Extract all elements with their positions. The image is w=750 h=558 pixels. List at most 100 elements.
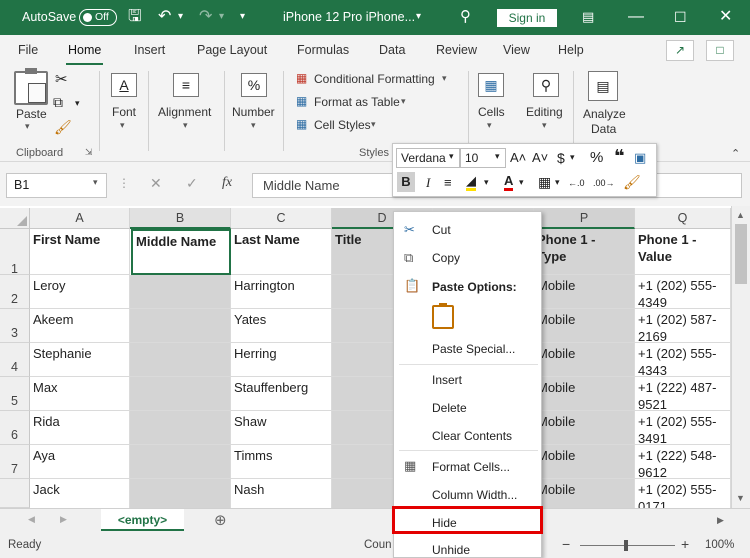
tab-data[interactable]: Data — [379, 43, 405, 57]
minimize-icon[interactable]: — — [628, 7, 644, 27]
row-header-6[interactable]: 6 — [0, 411, 30, 445]
cell-phone-type[interactable]: Mobile — [534, 377, 635, 411]
font-icon[interactable]: A — [111, 73, 137, 97]
row-header-5[interactable]: 5 — [0, 377, 30, 411]
sheet-tab-empty[interactable]: <empty> — [101, 509, 184, 531]
align-center-icon[interactable]: ≡ — [444, 174, 452, 192]
undo-icon[interactable]: ↶ — [158, 7, 171, 27]
scroll-up-icon[interactable]: ▲ — [736, 210, 745, 220]
cell-first-name[interactable]: Stephanie — [30, 343, 130, 377]
font-color-icon[interactable]: A — [504, 174, 514, 191]
bold-button[interactable]: B — [397, 172, 415, 192]
alignment-icon[interactable]: ≡ — [173, 73, 199, 97]
cell-phone-value[interactable]: +1 (202) 555- 0171 — [635, 479, 731, 508]
cell-first-name[interactable]: Max — [30, 377, 130, 411]
cell-phone-value[interactable]: +1 (222) 487- 9521 — [635, 377, 731, 411]
zoom-level[interactable]: 100% — [705, 539, 734, 551]
currency-button[interactable]: $ — [557, 149, 565, 167]
cell-phone-value[interactable]: +1 (202) 555- 3491 — [635, 411, 731, 445]
cond-format-dropdown-icon[interactable]: ▾ — [442, 73, 447, 84]
search-icon[interactable]: ⚲ — [460, 7, 471, 27]
comma-style-button[interactable]: ❝ — [614, 147, 625, 165]
cell-last-name[interactable]: Stauffenberg — [231, 377, 332, 411]
select-all-button[interactable] — [0, 208, 30, 229]
cell-phone-value[interactable]: +1 (202) 555- 4349 — [635, 275, 731, 309]
undo-dropdown-icon[interactable]: ▾ — [178, 7, 183, 27]
cell-phone-value[interactable]: +1 (202) 555- 4343 — [635, 343, 731, 377]
cells-group-button[interactable]: Cells — [478, 105, 505, 119]
sign-in-button[interactable]: Sign in — [497, 9, 557, 27]
cell-last-name[interactable]: Nash — [231, 479, 332, 508]
borders-icon[interactable]: ▦ — [538, 173, 551, 191]
analyze-data-label[interactable]: Data — [591, 122, 616, 136]
cell-middle-name[interactable] — [130, 445, 231, 479]
cell-first-name[interactable]: Rida — [30, 411, 130, 445]
column-header-b[interactable]: B — [130, 208, 231, 229]
cell-p1[interactable]: Phone 1 - Type — [534, 229, 635, 275]
paste-icon[interactable] — [14, 68, 48, 105]
tab-page-layout[interactable]: Page Layout — [197, 43, 267, 57]
menu-item-clear-contents[interactable]: Clear Contents — [432, 429, 512, 443]
find-icon[interactable]: ⚲ — [533, 73, 559, 97]
format-as-table-button[interactable]: Format as Table — [314, 95, 400, 109]
format-table-dropdown-icon[interactable]: ▾ — [401, 96, 406, 107]
cell-phone-type[interactable]: Mobile — [534, 309, 635, 343]
fill-color-icon[interactable]: ◢ — [466, 174, 476, 191]
cells-dropdown-icon[interactable]: ▾ — [487, 120, 492, 131]
zoom-out-icon[interactable]: − — [562, 536, 570, 552]
menu-item-column-width[interactable]: Column Width... — [432, 488, 517, 502]
save-icon[interactable]: 🖫 — [128, 7, 142, 27]
tab-help[interactable]: Help — [558, 43, 584, 57]
maximize-icon[interactable]: ☐ — [674, 7, 687, 27]
italic-button[interactable]: I — [426, 174, 430, 192]
paste-dropdown-icon[interactable]: ▾ — [25, 121, 30, 132]
decrease-decimal-icon[interactable]: .00→ — [593, 174, 615, 192]
cell-styles-dropdown-icon[interactable]: ▾ — [371, 119, 376, 130]
zoom-slider-thumb[interactable] — [624, 540, 628, 551]
cell-phone-value[interactable]: +1 (222) 548- 9612 — [635, 445, 731, 479]
shrink-font-button[interactable]: A˅ — [532, 149, 548, 167]
add-sheet-icon[interactable]: ⊕ — [214, 511, 227, 529]
name-box[interactable]: B1 — [6, 173, 107, 198]
close-icon[interactable]: ✕ — [719, 7, 732, 27]
scroll-down-icon[interactable]: ▼ — [736, 493, 745, 503]
column-header-p[interactable]: P — [534, 208, 635, 229]
column-header-a[interactable]: A — [30, 208, 130, 229]
cell-last-name[interactable]: Yates — [231, 309, 332, 343]
cell-middle-name[interactable] — [130, 411, 231, 445]
analyze-label[interactable]: Analyze — [583, 107, 626, 121]
tab-insert[interactable]: Insert — [134, 43, 165, 57]
grow-font-button[interactable]: A˄ — [510, 149, 526, 167]
cells-icon[interactable]: ▦ — [478, 73, 504, 97]
column-header-c[interactable]: C — [231, 208, 332, 229]
prev-sheet-icon[interactable]: ◀ — [28, 514, 35, 525]
row-header-4[interactable]: 4 — [0, 343, 30, 377]
tab-formulas[interactable]: Formulas — [297, 43, 349, 57]
menu-item-unhide[interactable]: Unhide — [432, 543, 470, 557]
borders-dropdown-icon[interactable]: ▾ — [555, 177, 560, 188]
percent-button[interactable]: % — [590, 149, 603, 167]
cell-last-name[interactable]: Herring — [231, 343, 332, 377]
column-header-q[interactable]: Q — [635, 208, 731, 229]
cell-a1[interactable]: First Name — [30, 229, 130, 275]
cell-first-name[interactable]: Leroy — [30, 275, 130, 309]
row-header-7[interactable]: 7 — [0, 445, 30, 479]
cell-first-name[interactable]: Akeem — [30, 309, 130, 343]
next-sheet-icon[interactable]: ▶ — [60, 514, 67, 525]
cell-styles-icon[interactable]: ▦ — [296, 117, 307, 131]
cell-last-name[interactable]: Harrington — [231, 275, 332, 309]
alignment-dropdown-icon[interactable]: ▾ — [183, 120, 188, 131]
tab-view[interactable]: View — [503, 43, 530, 57]
cell-phone-type[interactable]: Mobile — [534, 343, 635, 377]
clipboard-launcher-icon[interactable]: ⇲ — [85, 147, 93, 158]
font-name-dropdown-icon[interactable]: ▾ — [449, 151, 454, 162]
cell-phone-type[interactable]: Mobile — [534, 479, 635, 508]
cell-middle-name[interactable] — [130, 275, 231, 309]
cell-first-name[interactable]: Jack — [30, 479, 130, 508]
number-group-button[interactable]: Number — [232, 105, 275, 119]
menu-item-delete[interactable]: Delete — [432, 401, 467, 415]
copy-dropdown-icon[interactable]: ▾ — [75, 98, 80, 109]
cell-last-name[interactable]: Shaw — [231, 411, 332, 445]
copy-icon[interactable]: ⧉ — [53, 94, 63, 111]
cell-middle-name[interactable] — [130, 479, 231, 508]
